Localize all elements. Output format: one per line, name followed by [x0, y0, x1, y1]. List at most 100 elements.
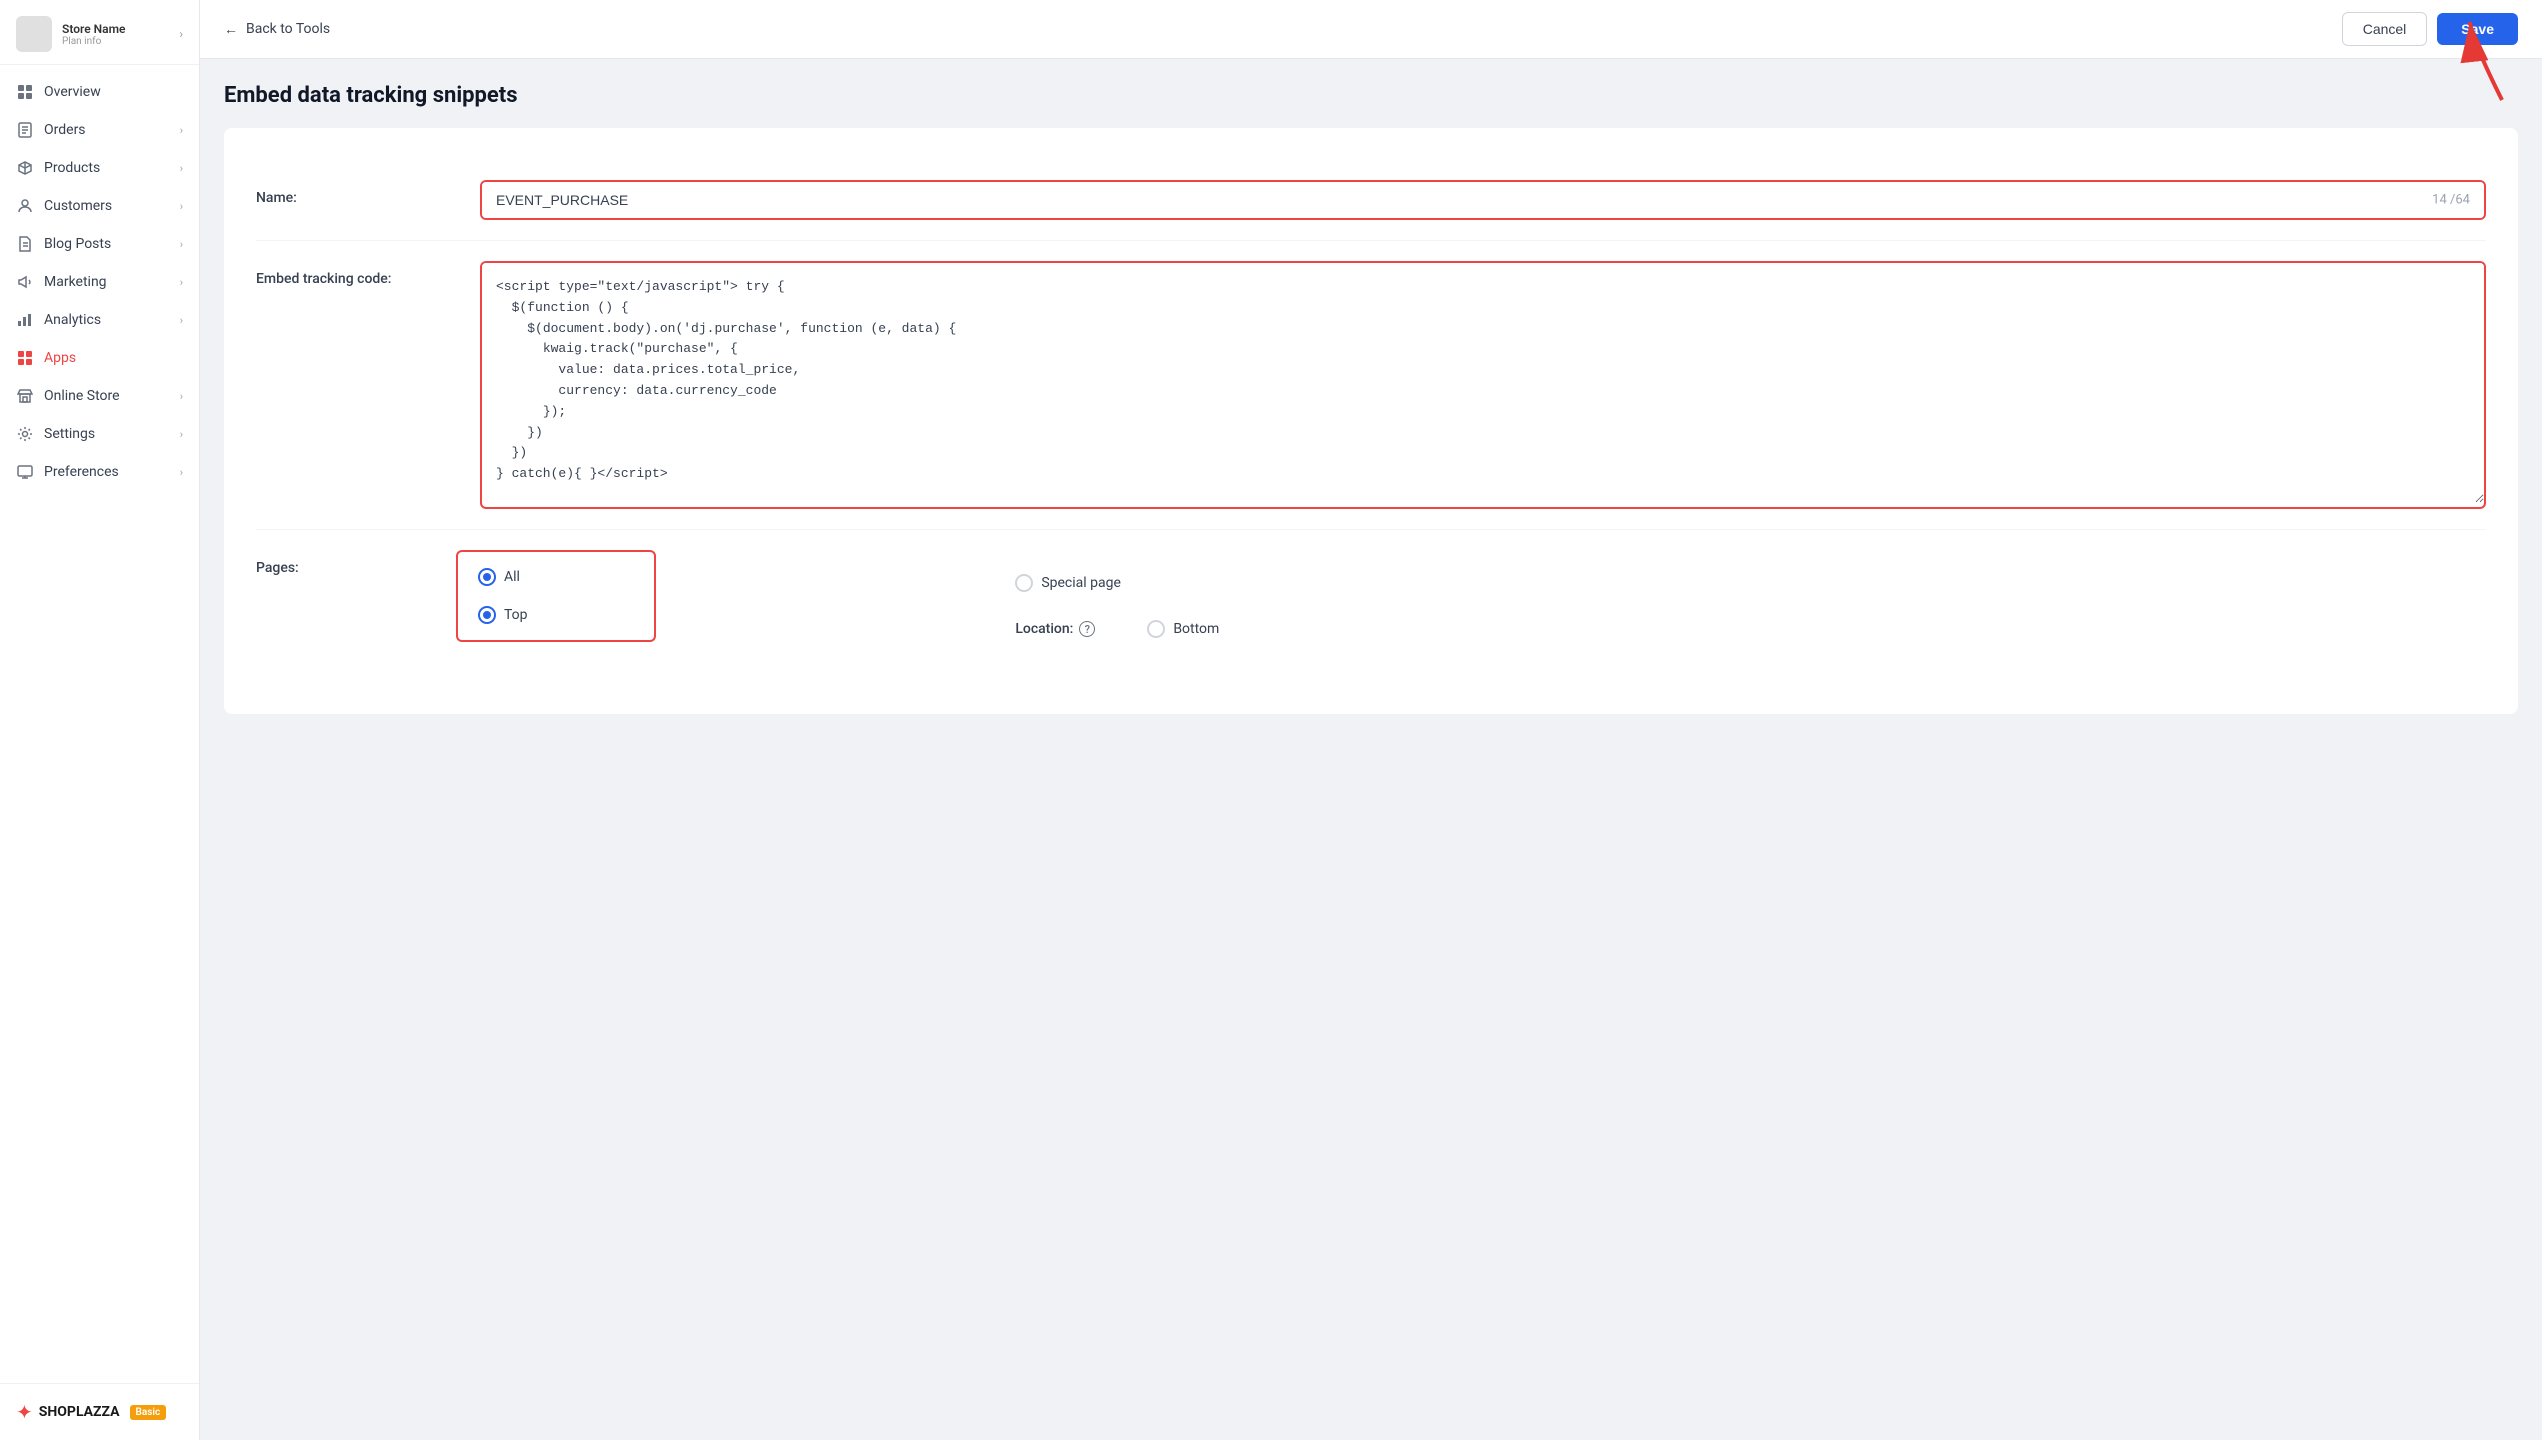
page-title: Embed data tracking snippets [224, 83, 2518, 108]
store-icon [16, 387, 34, 405]
all-top-selection-box: All Top [456, 550, 656, 642]
location-bottom-radio[interactable] [1147, 620, 1165, 638]
shoplazza-name: SHOPLAZZA [39, 1404, 120, 1420]
right-options: Special page Location: ? Bottom [1015, 550, 2486, 638]
code-row: Embed tracking code: <script type="text/… [256, 241, 2486, 530]
pages-location-row: Pages: All [256, 530, 2486, 682]
code-label: Embed tracking code: [256, 261, 456, 287]
sidebar-item-customers[interactable]: Customers › [0, 187, 199, 225]
name-counter: 14 /64 [2432, 193, 2470, 208]
megaphone-icon [16, 273, 34, 291]
chevron-down-icon: › [180, 276, 183, 289]
code-textarea-wrap: <script type="text/javascript"> try { $(… [480, 261, 2486, 509]
sidebar-item-marketing-label: Marketing [44, 274, 170, 290]
pages-all-radio[interactable] [478, 568, 496, 586]
store-name: Store Name [62, 22, 125, 36]
receipt-icon [16, 121, 34, 139]
back-arrow-icon: ← [224, 21, 238, 38]
back-to-tools-link[interactable]: ← Back to Tools [224, 21, 330, 38]
sidebar: Store Name Plan info › Overview Orders ›… [0, 0, 200, 1440]
topbar: ← Back to Tools Cancel Save [200, 0, 2542, 59]
location-top-option[interactable]: Top [478, 606, 528, 624]
location-top-radio[interactable] [478, 606, 496, 624]
name-input-wrap: 14 /64 [480, 180, 2486, 220]
box-icon [16, 159, 34, 177]
location-top-label: Top [504, 607, 528, 623]
location-label-wrap: Location: ? Bottom [1015, 620, 2486, 638]
cancel-button[interactable]: Cancel [2342, 12, 2428, 46]
sidebar-item-settings-label: Settings [44, 426, 170, 442]
name-row: Name: 14 /64 [256, 160, 2486, 241]
sidebar-footer: ✦ SHOPLAZZA Basic [0, 1383, 199, 1440]
location-bottom-label: Bottom [1173, 621, 1219, 637]
sidebar-logo[interactable]: Store Name Plan info › [0, 0, 199, 65]
location-options: Top [478, 606, 634, 624]
expand-icon: › [179, 27, 183, 41]
chevron-down-icon: › [180, 390, 183, 403]
code-field: <script type="text/javascript"> try { $(… [480, 261, 2486, 509]
pages-all-option[interactable]: All [478, 568, 520, 586]
sidebar-item-apps-label: Apps [44, 350, 183, 366]
pages-all-label: All [504, 569, 520, 585]
shoplazza-logo: ✦ SHOPLAZZA Basic [16, 1400, 166, 1424]
shoplazza-icon: ✦ [16, 1400, 33, 1424]
sidebar-item-preferences-label: Preferences [44, 464, 170, 480]
pages-special-label: Special page [1041, 575, 1121, 591]
pages-special-option[interactable]: Special page [1015, 574, 1121, 592]
sidebar-item-online-store-label: Online Store [44, 388, 170, 404]
pages-options: All [478, 568, 634, 586]
sidebar-item-preferences[interactable]: Preferences › [0, 453, 199, 491]
sidebar-item-analytics-label: Analytics [44, 312, 170, 328]
chevron-down-icon: › [180, 162, 183, 175]
apps-icon [16, 349, 34, 367]
sidebar-item-orders[interactable]: Orders › [0, 111, 199, 149]
pages-and-location-box: All Top [456, 550, 991, 642]
pages-special-radio[interactable] [1015, 574, 1033, 592]
file-icon [16, 235, 34, 253]
chevron-down-icon: › [180, 314, 183, 327]
sidebar-item-products[interactable]: Products › [0, 149, 199, 187]
person-icon [16, 197, 34, 215]
sidebar-item-blog-posts-label: Blog Posts [44, 236, 170, 252]
page-content: Embed data tracking snippets Name: 14 /6… [200, 59, 2542, 1440]
sidebar-item-marketing[interactable]: Marketing › [0, 263, 199, 301]
store-avatar [16, 16, 52, 52]
chevron-down-icon: › [180, 238, 183, 251]
sidebar-item-customers-label: Customers [44, 198, 170, 214]
name-input[interactable] [482, 182, 2484, 218]
chevron-down-icon: › [180, 466, 183, 479]
chart-icon [16, 311, 34, 329]
sidebar-item-overview-label: Overview [44, 84, 183, 100]
chevron-down-icon: › [180, 124, 183, 137]
sidebar-item-settings[interactable]: Settings › [0, 415, 199, 453]
chevron-down-icon: › [180, 200, 183, 213]
chevron-down-icon: › [180, 428, 183, 441]
sidebar-item-products-label: Products [44, 160, 170, 176]
name-field: 14 /64 [480, 180, 2486, 220]
back-label: Back to Tools [246, 21, 330, 37]
main-content: ← Back to Tools Cancel Save Embed data t… [200, 0, 2542, 1440]
pages-section: Pages: All [256, 550, 991, 642]
sidebar-item-online-store[interactable]: Online Store › [0, 377, 199, 415]
pages-label: Pages: [256, 550, 456, 576]
sidebar-item-orders-label: Orders [44, 122, 170, 138]
location-label: Location: ? [1015, 621, 1135, 637]
special-page-option-wrap: Special page [1015, 558, 2486, 620]
sidebar-item-blog-posts[interactable]: Blog Posts › [0, 225, 199, 263]
save-button[interactable]: Save [2437, 13, 2518, 45]
store-plan: Plan info [62, 36, 125, 47]
sidebar-item-apps[interactable]: Apps [0, 339, 199, 377]
help-icon[interactable]: ? [1079, 621, 1095, 637]
monitor-icon [16, 463, 34, 481]
sidebar-item-analytics[interactable]: Analytics › [0, 301, 199, 339]
gear-icon [16, 425, 34, 443]
store-info: Store Name Plan info [62, 22, 125, 47]
code-textarea[interactable]: <script type="text/javascript"> try { $(… [482, 263, 2484, 503]
location-bottom-option[interactable]: Bottom [1147, 620, 1219, 638]
name-label: Name: [256, 180, 456, 206]
topbar-actions: Cancel Save [2342, 12, 2518, 46]
form-card: Name: 14 /64 Embed tracking code: <scrip… [224, 128, 2518, 714]
sidebar-item-overview[interactable]: Overview [0, 73, 199, 111]
plan-badge: Basic [130, 1405, 167, 1420]
sidebar-nav: Overview Orders › Products › Customers › [0, 65, 199, 1383]
